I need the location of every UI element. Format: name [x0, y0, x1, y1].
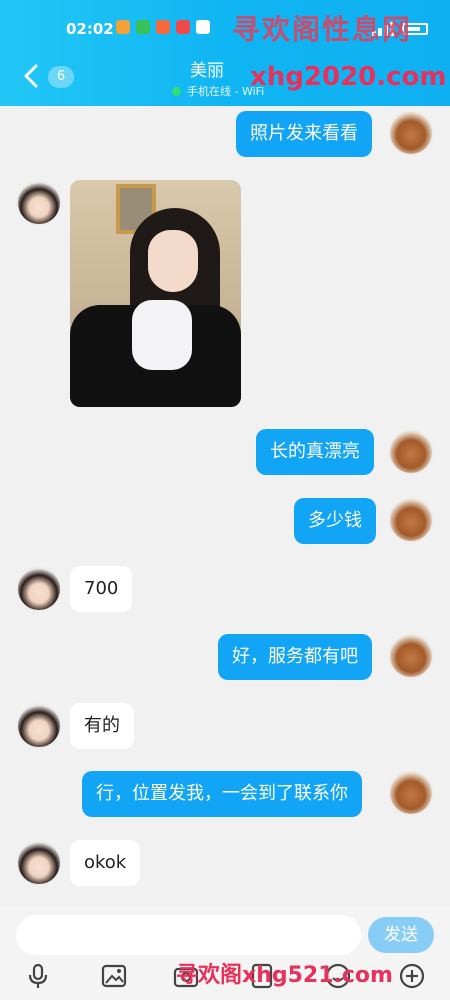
message-input[interactable] [16, 915, 361, 955]
plus-icon[interactable] [398, 962, 426, 990]
unread-badge[interactable]: 6 [48, 66, 74, 88]
contact-avatar[interactable] [16, 703, 62, 749]
my-avatar[interactable] [388, 633, 434, 679]
my-avatar[interactable] [388, 429, 434, 475]
my-avatar[interactable] [388, 110, 434, 156]
message-bubble-received[interactable]: 700 [70, 566, 133, 612]
app-notification-icon [176, 20, 190, 34]
watermark-top: 寻欢阁性息网 [232, 13, 413, 46]
chevron-left-icon [24, 64, 38, 88]
watermark-bottom: 寻欢阁xhg521.com [176, 963, 393, 988]
message-image[interactable] [70, 180, 241, 407]
app-notification-icon [156, 20, 170, 34]
contact-avatar[interactable] [16, 180, 62, 226]
message-bubble-sent[interactable]: 多少钱 [294, 498, 376, 544]
my-avatar[interactable] [388, 770, 434, 816]
contact-name[interactable]: 美丽 [190, 56, 224, 81]
status-time: 02:02 [66, 20, 114, 38]
online-dot-icon [172, 86, 181, 96]
message-bubble-sent[interactable]: 长的真漂亮 [256, 429, 374, 475]
my-avatar[interactable] [388, 497, 434, 543]
message-bubble-received[interactable]: 有的 [70, 703, 134, 749]
app-notification-icon [136, 20, 150, 34]
back-button[interactable] [20, 62, 44, 90]
microphone-icon[interactable] [24, 962, 52, 990]
message-bubble-sent[interactable]: 行，位置发我，一会到了联系你 [82, 771, 362, 817]
message-bubble-sent[interactable]: 照片发来看看 [236, 111, 372, 157]
send-button[interactable]: 发送 [368, 917, 434, 953]
message-bubble-received[interactable]: okok [70, 840, 141, 886]
chat-header: 02:02 6 美丽 手机在线 - WiFi 寻欢阁性息网 xhg2020.co… [0, 0, 450, 106]
app-notification-icon [196, 20, 210, 34]
status-app-icons [116, 20, 210, 34]
message-bubble-sent[interactable]: 好，服务都有吧 [218, 634, 372, 680]
image-icon[interactable] [100, 962, 128, 990]
contact-avatar[interactable] [16, 840, 62, 886]
app-notification-icon [116, 20, 130, 34]
contact-avatar[interactable] [16, 566, 62, 612]
watermark-url: xhg2020.com [250, 62, 447, 92]
